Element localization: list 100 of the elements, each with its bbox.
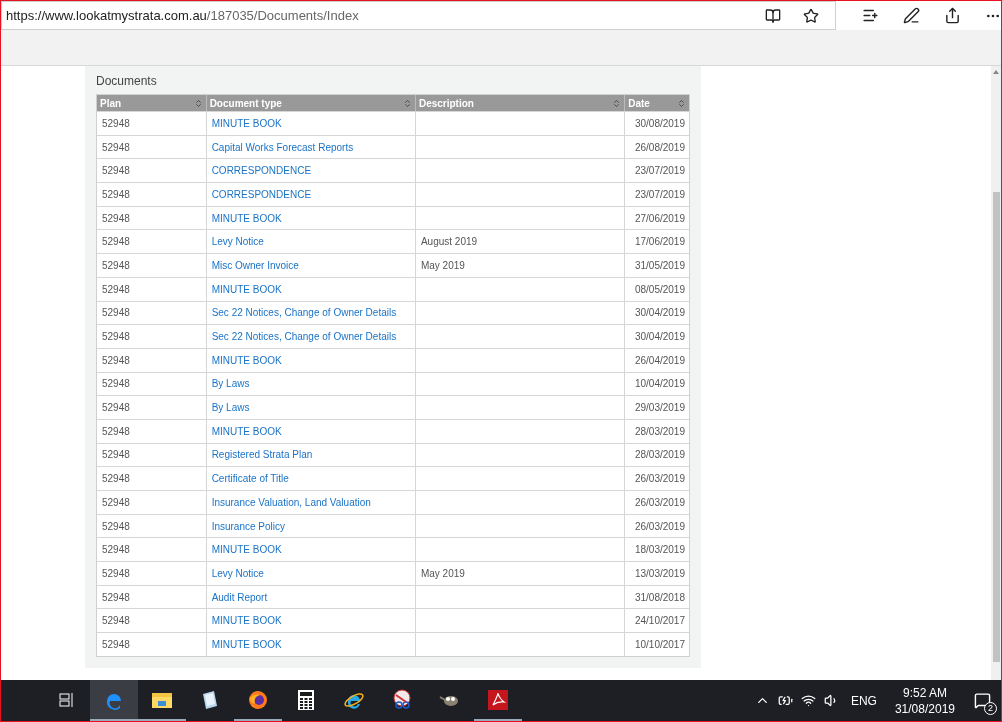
plan-cell: 52948 <box>97 419 207 443</box>
clock-date: 31/08/2019 <box>894 700 955 717</box>
document-type-link[interactable]: By Laws <box>211 376 250 392</box>
plan-cell: 52948 <box>97 514 207 538</box>
plan-cell: 52948 <box>97 491 207 514</box>
reading-view-icon[interactable] <box>765 7 781 24</box>
document-type-link[interactable]: Insurance Valuation, Land Valuation <box>211 494 371 510</box>
date-cell-text: 28/03/2019 <box>633 448 686 463</box>
date-cell-text: 10/10/2017 <box>633 637 686 652</box>
date-cell-text: 10/04/2019 <box>633 377 686 392</box>
document-type-link[interactable]: Registered Strata Plan <box>211 447 313 463</box>
document-type-link[interactable]: Misc Owner Invoice <box>211 257 299 273</box>
plan-cell: 52948 <box>97 135 207 159</box>
share-icon[interactable] <box>944 7 961 24</box>
document-type-link[interactable]: Sec 22 Notices, Change of Owner Details <box>211 305 397 321</box>
document-type-link[interactable]: MINUTE BOOK <box>211 281 282 297</box>
scroll-up-arrow-icon[interactable] <box>993 70 999 74</box>
battery-icon[interactable] <box>777 693 793 708</box>
date-cell-text: 27/06/2019 <box>633 211 686 226</box>
scissors-icon <box>391 688 413 711</box>
date-cell-text: 28/03/2019 <box>633 424 686 439</box>
document-type-link[interactable]: Levy Notice <box>211 565 264 581</box>
plan-cell: 52948 <box>97 396 207 419</box>
plan-cell: 52948 <box>97 609 207 633</box>
document-type-link[interactable]: Sec 22 Notices, Change of Owner Details <box>211 329 397 345</box>
favorite-star-icon[interactable] <box>803 7 819 24</box>
date-cell-text: 26/08/2019 <box>633 140 686 155</box>
plan-cell: 52948 <box>97 254 207 277</box>
document-type-link[interactable]: MINUTE BOOK <box>211 613 282 629</box>
document-type-link[interactable]: Certificate of Title <box>211 471 289 487</box>
plan-cell: 52948 <box>97 467 207 490</box>
date-cell-text: 26/04/2019 <box>633 353 686 368</box>
wifi-icon[interactable] <box>800 693 816 708</box>
document-type-link[interactable]: MINUTE BOOK <box>211 636 282 652</box>
date-cell-text: 30/04/2019 <box>633 306 686 321</box>
date-cell-text: 18/03/2019 <box>633 543 686 558</box>
plan-cell: 52948 <box>97 277 207 301</box>
scrollbar[interactable] <box>991 66 1001 680</box>
date-cell-text: 08/05/2019 <box>633 282 686 297</box>
document-type-link[interactable]: MINUTE BOOK <box>211 115 282 131</box>
calculator-icon <box>297 688 315 711</box>
task-view-icon <box>58 691 74 708</box>
pen-icon[interactable] <box>903 7 920 24</box>
column-header[interactable]: Date <box>625 95 689 111</box>
plan-cell: 52948 <box>97 301 207 325</box>
document-type-link[interactable]: CORRESPONDENCE <box>211 163 312 179</box>
plan-cell: 52948 <box>97 206 207 230</box>
plan-cell: 52948 <box>97 585 207 609</box>
column-header[interactable]: Plan <box>97 95 207 111</box>
pdf-icon <box>487 688 509 711</box>
fox-globe-icon <box>247 688 269 711</box>
document-type-link[interactable]: MINUTE BOOK <box>211 542 282 558</box>
document-type-link[interactable]: Audit Report <box>211 589 268 605</box>
favorites-list-icon[interactable] <box>862 7 879 24</box>
sort-icon[interactable] <box>612 98 622 108</box>
plan-cell: 52948 <box>97 183 207 206</box>
date-cell-text: 13/03/2019 <box>633 566 686 581</box>
plan-cell: 52948 <box>97 159 207 183</box>
date-cell-text: 29/03/2019 <box>633 401 686 416</box>
sort-icon[interactable] <box>677 98 686 108</box>
date-cell-text: 17/06/2019 <box>633 235 686 250</box>
description-cell-text: August 2019 <box>420 235 478 250</box>
plan-cell: 52948 <box>97 348 207 372</box>
date-cell-text: 23/07/2019 <box>633 187 686 202</box>
date-cell-text: 24/10/2017 <box>633 614 686 629</box>
notification-icon[interactable] <box>973 692 991 709</box>
panel-title: Documents <box>96 73 158 90</box>
column-header[interactable]: Description <box>415 95 626 111</box>
plan-cell: 52948 <box>97 372 207 396</box>
description-cell-text: May 2019 <box>420 566 465 581</box>
notification-badge: 2 <box>984 701 997 715</box>
sort-icon[interactable] <box>193 98 203 108</box>
date-cell-text: 30/04/2019 <box>633 330 686 345</box>
document-type-link[interactable]: Levy Notice <box>211 234 264 250</box>
clock[interactable]: 9:52 AM 31/08/2019 <box>888 684 961 717</box>
url-field[interactable]: https://www.lookatmystrata.com.au/187035/Documents/Index <box>1 1 836 30</box>
clock-time: 9:52 AM <box>902 684 947 701</box>
document-type-link[interactable]: By Laws <box>211 400 250 416</box>
document-type-link[interactable]: Capital Works Forecast Reports <box>211 139 354 155</box>
scroll-thumb[interactable] <box>992 192 1000 662</box>
url-text: https://www.lookatmystrata.com.au/187035/Documents/Index <box>6 6 360 25</box>
plan-cell: 52948 <box>97 538 207 562</box>
language-indicator[interactable]: ENG <box>846 691 881 710</box>
document-type-link[interactable]: MINUTE BOOK <box>211 352 282 368</box>
document-type-link[interactable]: Insurance Policy <box>211 518 285 534</box>
date-cell-text: 30/08/2019 <box>633 116 686 131</box>
column-header[interactable]: Document type <box>206 95 416 111</box>
plan-cell: 52948 <box>97 562 207 585</box>
document-type-link[interactable]: MINUTE BOOK <box>211 423 282 439</box>
date-cell-text: 26/03/2019 <box>633 495 686 510</box>
plan-cell: 52948 <box>97 443 207 467</box>
date-cell-text: 31/05/2019 <box>633 258 686 273</box>
plan-cell: 52948 <box>97 325 207 348</box>
plan-cell: 52948 <box>97 112 207 135</box>
date-cell-text: 26/03/2019 <box>633 519 686 534</box>
date-cell-text: 31/08/2018 <box>633 590 686 605</box>
sort-icon[interactable] <box>402 98 412 108</box>
document-type-link[interactable]: MINUTE BOOK <box>211 210 282 226</box>
plan-cell: 52948 <box>97 230 207 254</box>
document-type-link[interactable]: CORRESPONDENCE <box>211 186 312 202</box>
